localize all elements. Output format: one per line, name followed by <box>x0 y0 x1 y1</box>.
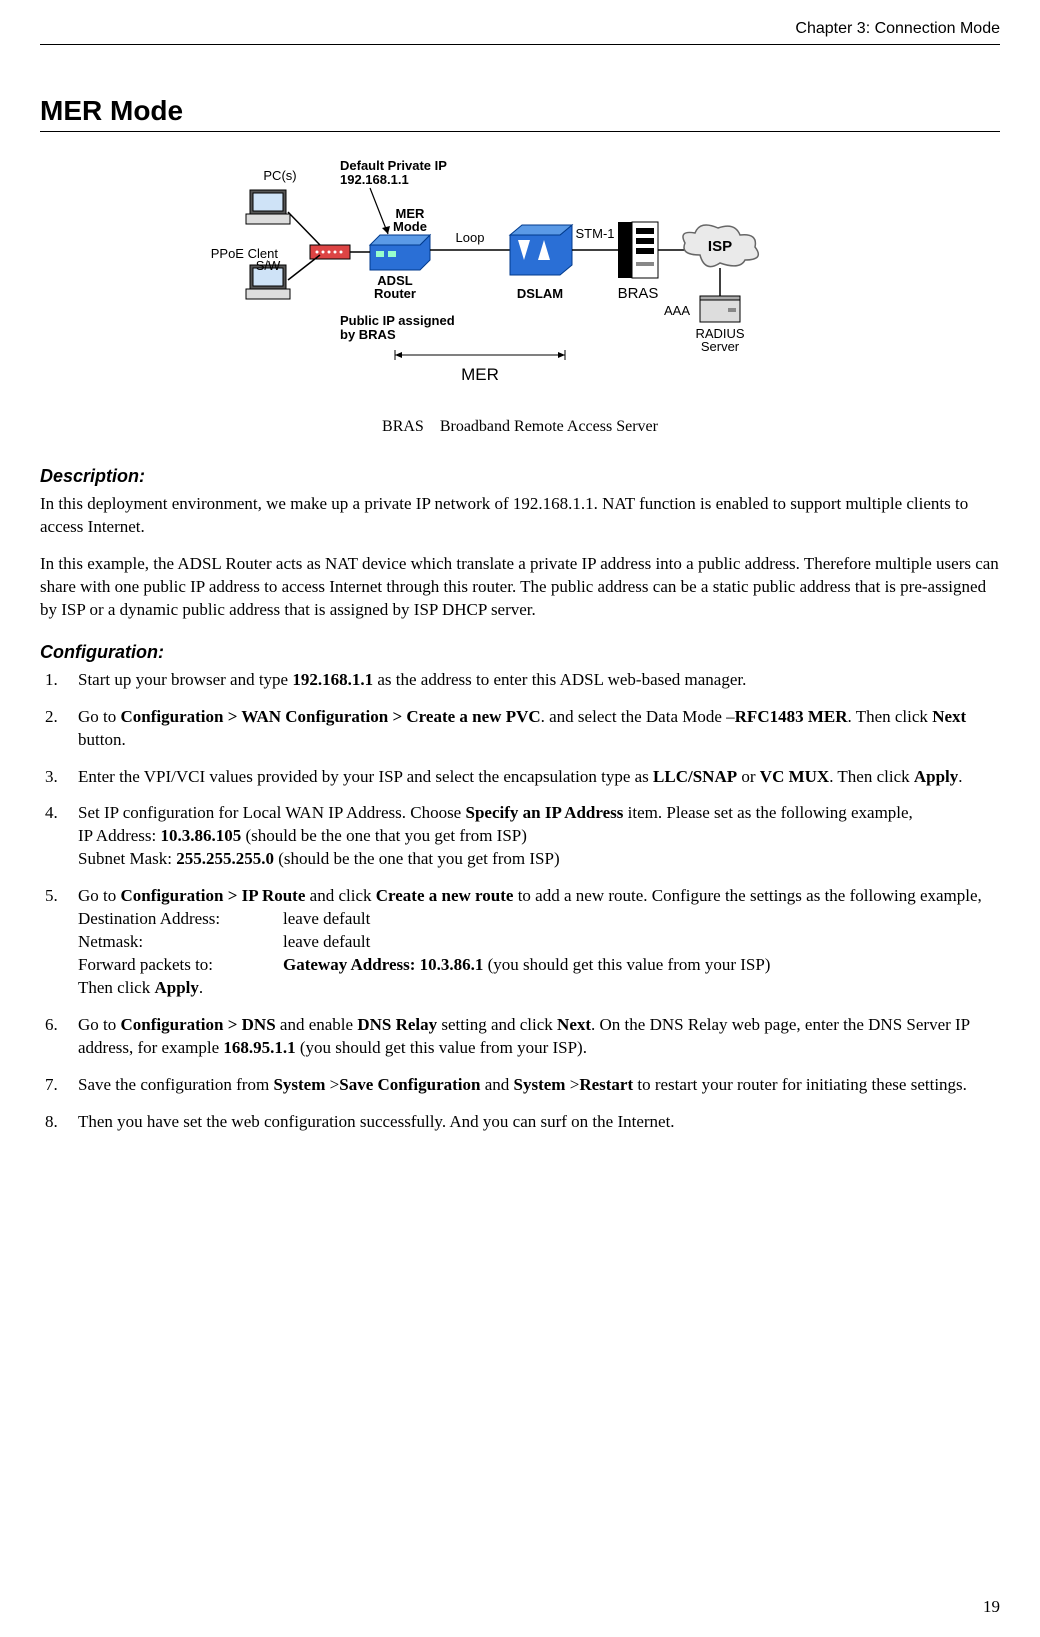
caption-abbr: BRAS <box>382 418 424 435</box>
description-heading: Description: <box>40 466 1000 487</box>
svg-text:AAA: AAA <box>664 303 690 318</box>
config-step-6: Go to Configuration > DNS and enable DNS… <box>62 1014 1000 1060</box>
description-p2: In this example, the ADSL Router acts as… <box>40 553 1000 622</box>
config-step-8: Then you have set the web configuration … <box>62 1111 1000 1134</box>
diagram-caption: BRAS Broadband Remote Access Server <box>40 418 1000 436</box>
caption-text: Broadband Remote Access Server <box>440 418 658 435</box>
svg-text:BRAS: BRAS <box>618 285 659 302</box>
page-header: Chapter 3: Connection Mode <box>40 20 1000 45</box>
config-step-4: Set IP configuration for Local WAN IP Ad… <box>62 802 1000 871</box>
svg-text:PC(s): PC(s) <box>263 168 296 183</box>
svg-text:DSLAM: DSLAM <box>517 286 563 301</box>
svg-text:Router: Router <box>374 286 416 301</box>
svg-text:Server: Server <box>701 339 740 354</box>
svg-text:Public IP assigned: Public IP assigned <box>340 313 455 328</box>
page-number: 19 <box>983 1597 1000 1617</box>
network-diagram: PC(s) PPPoE Clent S/W ADSL Router MER Mo… <box>40 150 1000 436</box>
page-title: MER Mode <box>40 95 1000 132</box>
configuration-list: Start up your browser and type 192.168.1… <box>40 669 1000 1134</box>
chapter-title: Chapter 3: Connection Mode <box>795 20 1000 37</box>
config-step-1: Start up your browser and type 192.168.1… <box>62 669 1000 692</box>
svg-text:Mode: Mode <box>393 219 427 234</box>
config-step-7: Save the configuration from System >Save… <box>62 1074 1000 1097</box>
configuration-heading: Configuration: <box>40 642 1000 663</box>
svg-text:Default Private IP: Default Private IP <box>340 158 447 173</box>
svg-text:MER: MER <box>461 365 499 384</box>
description-p1: In this deployment environment, we make … <box>40 493 1000 539</box>
svg-text:STM-1: STM-1 <box>576 226 615 241</box>
svg-text:Loop: Loop <box>456 230 485 245</box>
svg-text:192.168.1.1: 192.168.1.1 <box>340 172 409 187</box>
config-step-3: Enter the VPI/VCI values provided by you… <box>62 766 1000 789</box>
config-step-5: Go to Configuration > IP Route and click… <box>62 885 1000 1000</box>
svg-text:S/W: S/W <box>256 258 281 273</box>
svg-text:by BRAS: by BRAS <box>340 327 396 342</box>
config-step-2: Go to Configuration > WAN Configuration … <box>62 706 1000 752</box>
svg-text:ISP: ISP <box>708 238 732 255</box>
